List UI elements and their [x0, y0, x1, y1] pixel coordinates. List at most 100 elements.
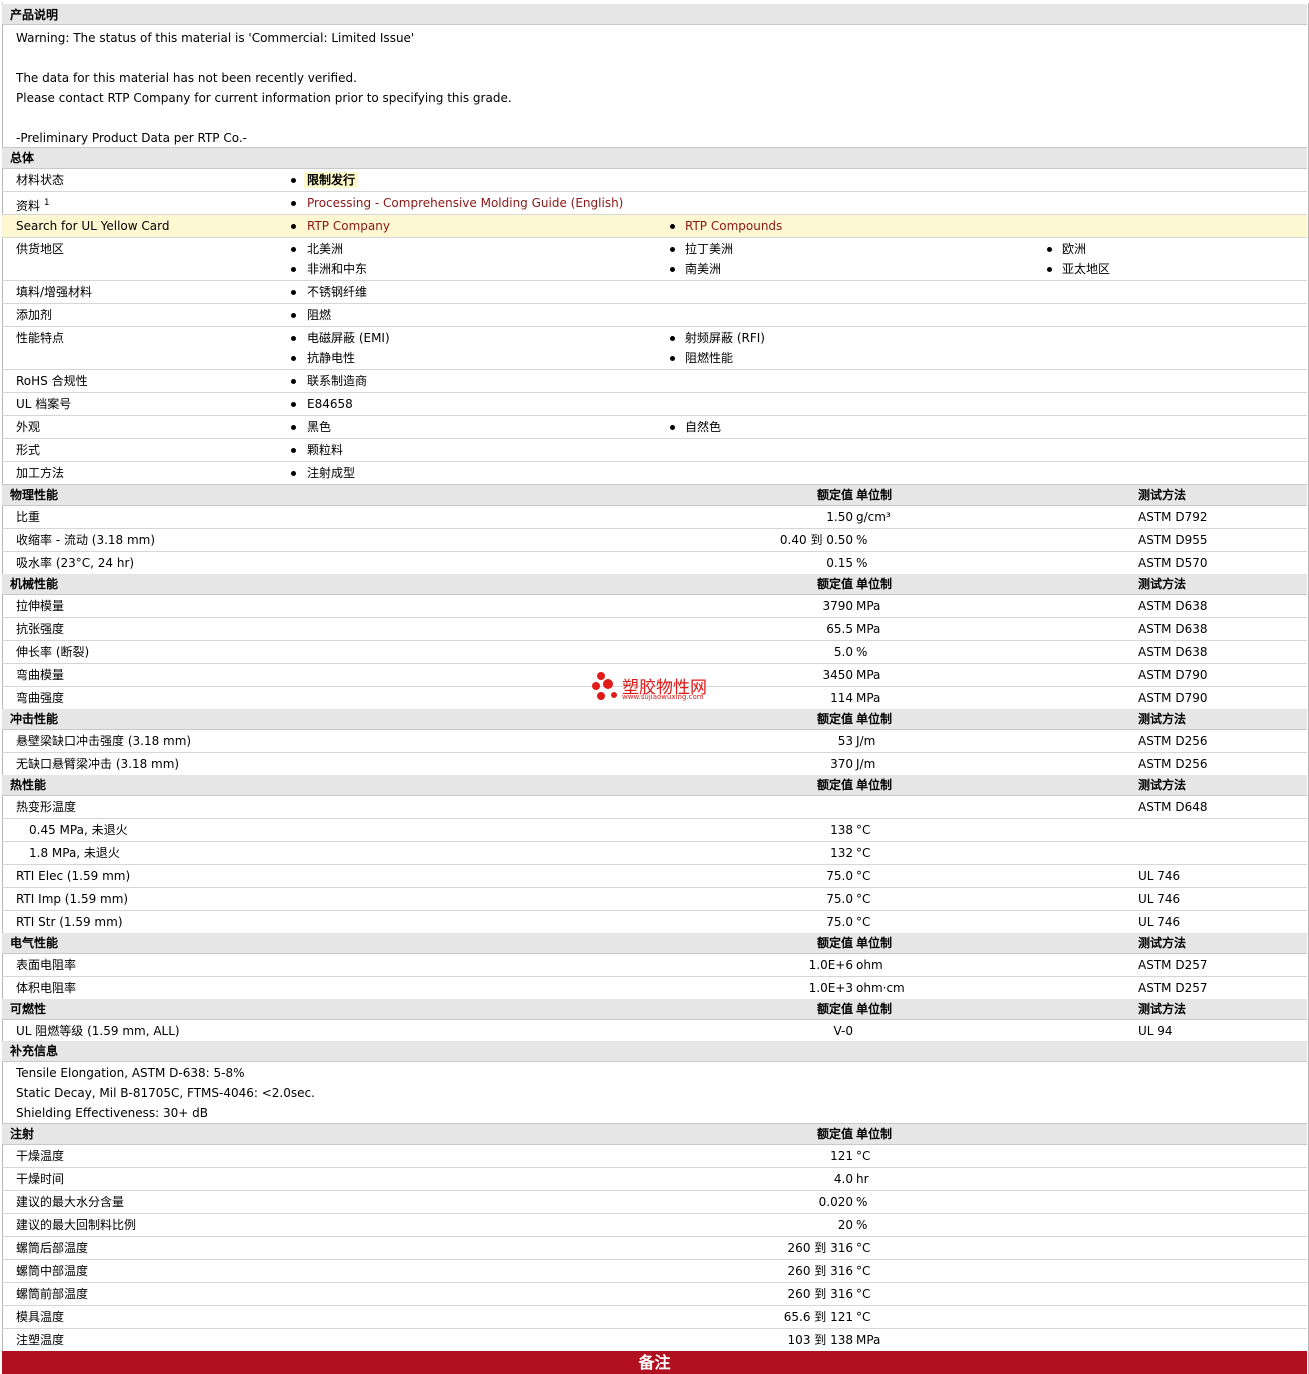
- bullet-icon: [291, 448, 296, 453]
- property-unit: %: [856, 645, 868, 659]
- row-label: 填料/增强材料: [16, 285, 93, 299]
- section-title: 热性能: [10, 778, 47, 792]
- property-label: 弯曲模量: [16, 668, 65, 682]
- property-row: 建议的最大回制料比例 20%: [2, 1214, 1307, 1237]
- bullet-icon: [291, 201, 296, 206]
- property-label: 无缺口悬臂梁冲击 (3.18 mm): [16, 757, 180, 771]
- property-label: 螺筒后部温度: [16, 1241, 89, 1255]
- feature-item: 射频屏蔽 (RFI): [685, 331, 765, 345]
- ul-card-link-rtp-company[interactable]: RTP Company: [307, 218, 390, 234]
- row-label: 材料状态: [16, 173, 65, 187]
- col-header-method: 测试方法: [1138, 577, 1187, 591]
- row-value: 阻燃: [307, 308, 332, 322]
- property-label: 收缩率 - 流动 (3.18 mm): [16, 533, 156, 547]
- property-unit: ohm: [856, 958, 883, 972]
- row-value: 注射成型: [307, 466, 356, 480]
- property-row: RTI Elec (1.59 mm) 75.0 °C UL 746: [2, 865, 1307, 888]
- property-label: 1.8 MPa, 未退火: [29, 846, 120, 860]
- row-value: 联系制造商: [307, 374, 368, 388]
- feature-item: 阻燃性能: [685, 351, 734, 365]
- notes-bar[interactable]: 备注: [2, 1351, 1307, 1374]
- general-row-additive: 添加剂 阻燃: [2, 304, 1307, 327]
- bullet-icon: [291, 178, 296, 183]
- property-row: RTI Imp (1.59 mm) 75.0 °C UL 746: [2, 888, 1307, 911]
- bullet-icon: [291, 247, 296, 252]
- property-unit: J/m: [856, 757, 876, 771]
- property-unit: °C: [856, 1310, 871, 1324]
- col-header-method: 测试方法: [1138, 936, 1187, 950]
- bullet-icon: [670, 356, 675, 361]
- general-row-filler: 填料/增强材料 不锈钢纤维: [2, 281, 1307, 304]
- general-row-processing: 加工方法 注射成型: [2, 462, 1307, 485]
- property-row: 注塑温度 103 到 138 MPa: [2, 1329, 1307, 1352]
- section-header-physical: 物理性能 额定值 单位制 测试方法: [2, 485, 1307, 506]
- col-header-nominal: 额定值: [816, 1127, 853, 1141]
- property-row: 1.8 MPa, 未退火 132 °C: [2, 842, 1307, 865]
- section-title: 机械性能: [10, 577, 59, 591]
- property-label: 吸水率 (23°C, 24 hr): [16, 556, 135, 570]
- general-row-availability: 供货地区 北美洲 拉丁美洲 欧洲 非洲和中东 南美洲 亚太地区: [2, 238, 1307, 281]
- property-value: 3790: [822, 599, 853, 613]
- section-title: 物理性能: [10, 488, 59, 502]
- property-unit: °C: [856, 1149, 871, 1163]
- section-header-injection: 注射 额定值 单位制: [2, 1124, 1307, 1145]
- property-unit: °C: [856, 1287, 871, 1301]
- property-label: 热变形温度: [16, 800, 77, 814]
- section-title: 可燃性: [10, 1002, 47, 1016]
- row-value: 颗粒料: [307, 443, 344, 457]
- section-title: 总体: [10, 151, 35, 165]
- supplemental-body: Tensile Elongation, ASTM D-638: 5-8% Sta…: [2, 1062, 1307, 1124]
- property-label: RTI Str (1.59 mm): [16, 915, 123, 929]
- literature-link[interactable]: Processing - Comprehensive Molding Guide…: [307, 195, 623, 211]
- property-label: 体积电阻率: [16, 981, 77, 995]
- feature-item: 电磁屏蔽 (EMI): [307, 331, 390, 345]
- property-value: 1.0E+6: [808, 958, 853, 972]
- property-unit: hr: [856, 1172, 869, 1186]
- bullet-icon: [291, 313, 296, 318]
- col-header-unit: 单位制: [856, 1002, 893, 1016]
- property-value: 75.0: [826, 892, 853, 906]
- property-value: 0.020: [818, 1195, 853, 1209]
- section-header-impact: 冲击性能 额定值 单位制 测试方法: [2, 709, 1307, 730]
- product-description-body: Warning: The status of this material is …: [2, 25, 1307, 148]
- property-value: 260 到 316: [787, 1241, 853, 1255]
- section-title: 冲击性能: [10, 712, 59, 726]
- col-header-nominal: 额定值: [816, 488, 853, 502]
- property-test-method: UL 746: [1138, 869, 1181, 883]
- row-label: Search for UL Yellow Card: [16, 219, 170, 233]
- property-row: 干燥时间 4.0 hr: [2, 1168, 1307, 1191]
- feature-item: 抗静电性: [307, 351, 356, 365]
- region-item: 北美洲: [307, 242, 344, 256]
- bullet-icon: [1047, 267, 1052, 272]
- property-unit: MPa: [856, 1333, 881, 1347]
- ul-card-link-rtp-compounds[interactable]: RTP Compounds: [685, 218, 782, 234]
- col-header-method: 测试方法: [1138, 488, 1187, 502]
- property-row: 吸水率 (23°C, 24 hr) 0.15% ASTM D570: [2, 552, 1307, 575]
- property-label: RTI Elec (1.59 mm): [16, 869, 131, 883]
- property-value: 260 到 316: [787, 1264, 853, 1278]
- property-label: 0.45 MPa, 未退火: [29, 823, 128, 837]
- property-row: 体积电阻率 1.0E+3 ohm·cm ASTM D257: [2, 977, 1307, 1000]
- property-value: 1.0E+3: [808, 981, 853, 995]
- bullet-icon: [670, 267, 675, 272]
- property-value: 53: [837, 734, 853, 748]
- row-value: E84658: [307, 397, 353, 411]
- property-test-method: ASTM D790: [1138, 691, 1208, 705]
- bullet-icon: [291, 425, 296, 430]
- property-test-method: ASTM D638: [1138, 645, 1208, 659]
- property-test-method: ASTM D648: [1138, 800, 1208, 814]
- bullet-icon: [291, 402, 296, 407]
- bullet-icon: [1047, 247, 1052, 252]
- col-header-nominal: 额定值: [816, 1002, 853, 1016]
- property-row: 热变形温度 ASTM D648: [2, 796, 1307, 819]
- property-test-method: ASTM D638: [1138, 622, 1208, 636]
- property-row: 悬壁梁缺口冲击强度 (3.18 mm) 53 J/m ASTM D256: [2, 730, 1307, 753]
- general-row-ul-card: Search for UL Yellow Card RTP Company RT…: [2, 215, 1307, 238]
- property-test-method: ASTM D570: [1138, 556, 1208, 570]
- footnote-marker: 1: [43, 198, 50, 208]
- section-title: 产品说明: [10, 8, 59, 22]
- property-unit: °C: [856, 915, 871, 929]
- property-label: 建议的最大回制料比例: [16, 1218, 137, 1232]
- general-row-ul-file: UL 档案号 E84658: [2, 393, 1307, 416]
- bullet-icon: [291, 379, 296, 384]
